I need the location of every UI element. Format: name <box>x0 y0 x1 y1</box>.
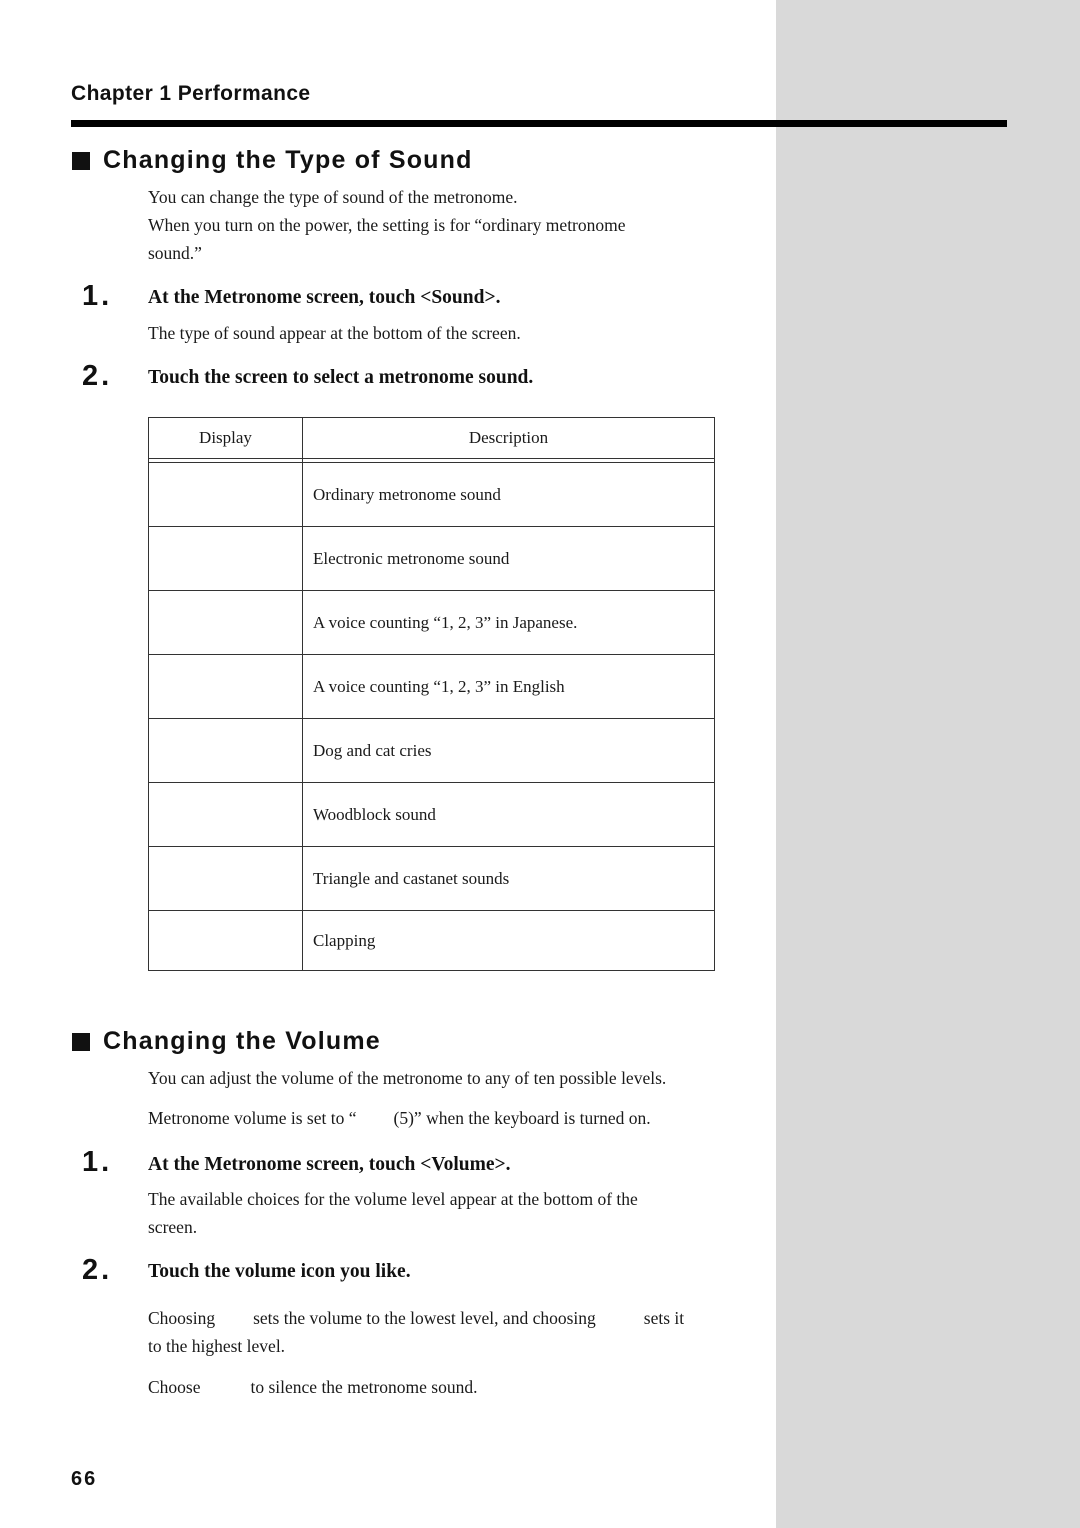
display-cell <box>148 590 303 655</box>
page-number: 66 <box>71 1468 98 1490</box>
square-bullet-icon <box>72 1032 90 1051</box>
step-number: 1. <box>82 280 113 312</box>
display-cell <box>148 654 303 719</box>
table-header-row: Display Description <box>148 417 715 459</box>
step-number: 2. <box>82 1254 113 1286</box>
step-title: At the Metronome screen, touch <Volume>. <box>148 1154 511 1175</box>
description-cell: Clapping <box>302 910 715 971</box>
chapter-rule <box>71 120 1007 127</box>
section-title-text: Changing the Volume <box>103 1027 381 1055</box>
table-row: Clapping <box>148 910 715 971</box>
note-part-2: sets the volume to the lowest level, and… <box>253 1308 596 1328</box>
side-margin-band <box>776 0 1080 1528</box>
display-cell <box>148 462 303 527</box>
step-number: 2. <box>82 360 113 392</box>
mute-part-1: Choose <box>148 1377 201 1397</box>
step-description-line-1: The available choices for the volume lev… <box>148 1189 638 1209</box>
table-row: Electronic metronome sound <box>148 526 715 591</box>
note-prefix: Metronome volume is set to “ <box>148 1108 357 1128</box>
step-number: 1. <box>82 1146 113 1178</box>
description-cell: A voice counting “1, 2, 3” in Japanese. <box>302 590 715 655</box>
volume-range-note: Choosing sets the volume to the lowest le… <box>148 1304 748 1332</box>
table-row: Ordinary metronome sound <box>148 462 715 527</box>
step-description-line-2: screen. <box>148 1217 198 1237</box>
description-cell: Woodblock sound <box>302 782 715 847</box>
mute-part-2: to silence the metronome sound. <box>250 1377 478 1397</box>
volume-default-note: Metronome volume is set to “ (5)” when th… <box>148 1104 651 1132</box>
display-cell <box>148 846 303 911</box>
step-title: Touch the screen to select a metronome s… <box>148 367 534 388</box>
section-title-volume: Changing the Volume <box>72 1027 381 1056</box>
table-row: Dog and cat cries <box>148 718 715 783</box>
note-part-1: Choosing <box>148 1308 216 1328</box>
column-header-display: Display <box>148 417 303 459</box>
note-part-3: sets it <box>643 1308 685 1328</box>
table-row: Woodblock sound <box>148 782 715 847</box>
volume-intro: You can adjust the volume of the metrono… <box>148 1068 667 1088</box>
note-suffix: (5)” when the keyboard is turned on. <box>393 1108 651 1128</box>
display-cell <box>148 718 303 783</box>
table-row: A voice counting “1, 2, 3” in English <box>148 654 715 719</box>
description-cell: Triangle and castanet sounds <box>302 846 715 911</box>
sound-intro-line-2: When you turn on the power, the setting … <box>148 215 626 235</box>
description-cell: Dog and cat cries <box>302 718 715 783</box>
description-cell: Ordinary metronome sound <box>302 462 715 527</box>
sound-types-table: Display Description Ordinary metronome s… <box>148 417 715 971</box>
column-header-description: Description <box>302 417 715 459</box>
sound-intro-line-3: sound.” <box>148 243 202 263</box>
description-cell: Electronic metronome sound <box>302 526 715 591</box>
volume-range-note-line-2: to the highest level. <box>148 1336 286 1356</box>
display-cell <box>148 910 303 971</box>
section-title-sound: Changing the Type of Sound <box>72 146 473 175</box>
section-title-text: Changing the Type of Sound <box>103 146 473 174</box>
table-row: A voice counting “1, 2, 3” in Japanese. <box>148 590 715 655</box>
display-cell <box>148 782 303 847</box>
step-title: Touch the volume icon you like. <box>148 1261 411 1282</box>
display-cell <box>148 526 303 591</box>
chapter-heading: Chapter 1 Performance <box>71 82 311 105</box>
mute-note: Choose to silence the metronome sound. <box>148 1373 477 1401</box>
sound-intro-line-1: You can change the type of sound of the … <box>148 187 518 207</box>
square-bullet-icon <box>72 151 90 170</box>
step-description: The type of sound appear at the bottom o… <box>148 323 521 343</box>
table-row: Triangle and castanet sounds <box>148 846 715 911</box>
description-cell: A voice counting “1, 2, 3” in English <box>302 654 715 719</box>
step-title: At the Metronome screen, touch <Sound>. <box>148 287 501 308</box>
